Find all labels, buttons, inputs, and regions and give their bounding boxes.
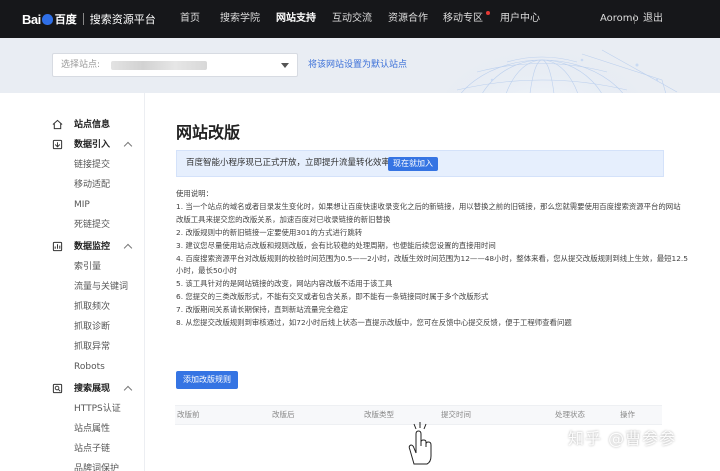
sidebar-item-label: HTTPS认证 (74, 404, 121, 414)
new-indicator-dot (486, 11, 490, 15)
sidebar-item-index[interactable]: 索引量 (0, 257, 145, 277)
instruction-line: 7. 改版期间关系请长期保持，直到新站流量完全稳定 (176, 305, 348, 315)
chevron-down-icon[interactable] (281, 63, 289, 68)
instruction-line: 1. 当一个站点的域名或者目录发生变化时，如果想让百度快速收录变化之后的新链接，… (176, 201, 681, 211)
monitor-icon (52, 241, 63, 252)
nav-item-mobile[interactable]: 移动专区 (443, 0, 483, 38)
site-banner: 选择站点: 将该网站设置为默认站点 (0, 38, 720, 93)
sidebar-item-label: 抓取异常 (74, 342, 111, 352)
sidebar-section-label: 站点信息 (74, 120, 111, 130)
instruction-line: 8. 从您提交改版规则到审核通过，如72小时后线上状态一直提示改版中，您可在反馈… (176, 318, 572, 328)
logout-link[interactable]: 退出 (643, 0, 663, 38)
sidebar-item-link-submit[interactable]: 链接提交 (0, 155, 145, 175)
sidebar-section-data-import[interactable]: 数据引入 (0, 135, 145, 155)
sidebar-item-label: 流量与关键词 (74, 282, 129, 292)
instruction-line: 改版工具来提交您的改版关系，加速百度对已收录链接的新旧替换 (176, 214, 391, 224)
search-display-icon (52, 383, 63, 394)
sidebar-section-label: 数据引入 (74, 140, 111, 150)
nav-divider (634, 14, 635, 24)
join-now-button[interactable]: 现在就加入 (388, 157, 438, 171)
instruction-line: 4. 百度搜索资源平台对改版规则的校验时间范围为0.5——2小时，改版生效时间范… (176, 253, 688, 263)
nav-item-interaction[interactable]: 互动交流 (332, 0, 372, 38)
site-select-label: 选择站点: (61, 60, 101, 70)
chevron-up-icon[interactable] (123, 243, 133, 253)
sidebar: 站点信息 数据引入 链接提交 移动适配 MIP 死链提交 数据监控 索引量 流量… (0, 93, 145, 471)
instructions-heading: 使用说明： (176, 189, 213, 198)
sidebar-item-crawl-diagnosis[interactable]: 抓取诊断 (0, 317, 145, 337)
sidebar-item-label: 移动适配 (74, 180, 111, 190)
cursor-hand-icon (408, 422, 432, 465)
sidebar-item-label: 品牌词保护 (74, 464, 120, 471)
sidebar-section-data-monitor[interactable]: 数据监控 (0, 237, 145, 257)
zhihu-watermark: 知乎 @曹参参 (568, 429, 677, 448)
sidebar-item-sitelinks[interactable]: 站点子链 (0, 439, 145, 459)
sidebar-item-brand-protection[interactable]: 品牌词保护 (0, 459, 145, 471)
instruction-line: 3. 建议您尽量使用站点改版和规则改版，会有比较稳的处理周期，也便能后续您设置的… (176, 240, 496, 250)
sidebar-section-label: 数据监控 (74, 242, 111, 252)
notice-bar: 百度智能小程序现已正式开放，立即提升流量转化效率 现在就加入 (176, 150, 664, 177)
username[interactable]: Aoromo (600, 0, 639, 38)
page-title: 网站改版 (176, 123, 241, 142)
globe-decoration (445, 49, 678, 93)
nav-item-home[interactable]: 首页 (180, 0, 200, 38)
sidebar-item-label: MIP (74, 200, 90, 210)
sidebar-item-site-attributes[interactable]: 站点属性 (0, 419, 145, 439)
add-rule-button[interactable]: 添加改版规则 (176, 371, 238, 389)
column-header: 提交时间 (441, 410, 471, 419)
nav-item-user-center[interactable]: 用户中心 (500, 0, 540, 38)
sidebar-item-label: Robots (74, 362, 105, 372)
sidebar-item-mip[interactable]: MIP (0, 195, 145, 215)
column-header: 改版前 (177, 410, 200, 419)
nav-item-academy[interactable]: 搜索学院 (220, 0, 260, 38)
nav-item-site-support[interactable]: 网站支持 (276, 0, 316, 38)
nav-menu: 首页 搜索学院 网站支持 互动交流 资源合作 移动专区 用户中心 Aoromo … (0, 0, 720, 38)
column-header: 改版后 (272, 410, 295, 419)
instruction-line: 6. 您提交的三类改版形式，不能有交叉或者包含关系，即不能有一条链接同时属于多个… (176, 292, 489, 302)
sidebar-item-label: 抓取频次 (74, 302, 111, 312)
main-content: 网站改版 百度智能小程序现已正式开放，立即提升流量转化效率 现在就加入 使用说明… (145, 93, 720, 471)
column-header: 改版类型 (364, 410, 394, 419)
instruction-line: 小时，最长50小时 (176, 266, 238, 276)
home-icon (52, 119, 63, 130)
sidebar-item-dead-link[interactable]: 死链提交 (0, 215, 145, 235)
sidebar-item-mobile-adapt[interactable]: 移动适配 (0, 175, 145, 195)
usage-instructions: 使用说明： 1. 当一个站点的域名或者目录发生变化时，如果想让百度快速收录变化之… (176, 188, 688, 330)
chevron-up-icon[interactable] (123, 141, 133, 151)
column-header: 处理状态 (555, 410, 585, 419)
sidebar-section-site-info[interactable]: 站点信息 (0, 115, 145, 135)
sidebar-item-label: 索引量 (74, 262, 102, 272)
sidebar-item-label: 链接提交 (74, 160, 111, 170)
nav-item-cooperation[interactable]: 资源合作 (388, 0, 428, 38)
chevron-up-icon[interactable] (123, 385, 133, 395)
data-import-icon (52, 139, 63, 150)
sidebar-section-label: 搜索展现 (74, 384, 111, 394)
instruction-line: 2. 改版规则中的新旧链接一定要使用301的方式进行跳转 (176, 227, 363, 237)
sidebar-item-label: 死链提交 (74, 220, 111, 230)
sidebar-item-robots[interactable]: Robots (0, 357, 145, 377)
instruction-line: 5. 该工具针对的是网站链接的改变，网站内容改版不适用于该工具 (176, 279, 393, 289)
site-select[interactable]: 选择站点: (52, 53, 298, 77)
sidebar-item-crawl-frequency[interactable]: 抓取频次 (0, 297, 145, 317)
column-header: 操作 (620, 410, 635, 419)
site-name-redacted (111, 61, 207, 70)
set-default-site-link[interactable]: 将该网站设置为默认站点 (308, 53, 407, 77)
notice-text: 百度智能小程序现已正式开放，立即提升流量转化效率 (186, 158, 391, 168)
top-nav: Bai 百度 搜索资源平台 首页 搜索学院 网站支持 互动交流 资源合作 移动专… (0, 0, 720, 38)
sidebar-section-search-display[interactable]: 搜索展现 (0, 379, 145, 399)
sidebar-item-traffic-keywords[interactable]: 流量与关键词 (0, 277, 145, 297)
sidebar-item-crawl-errors[interactable]: 抓取异常 (0, 337, 145, 357)
sidebar-item-https[interactable]: HTTPS认证 (0, 399, 145, 419)
sidebar-item-label: 抓取诊断 (74, 322, 111, 332)
sidebar-item-label: 站点子链 (74, 444, 111, 454)
sidebar-item-label: 站点属性 (74, 424, 111, 434)
